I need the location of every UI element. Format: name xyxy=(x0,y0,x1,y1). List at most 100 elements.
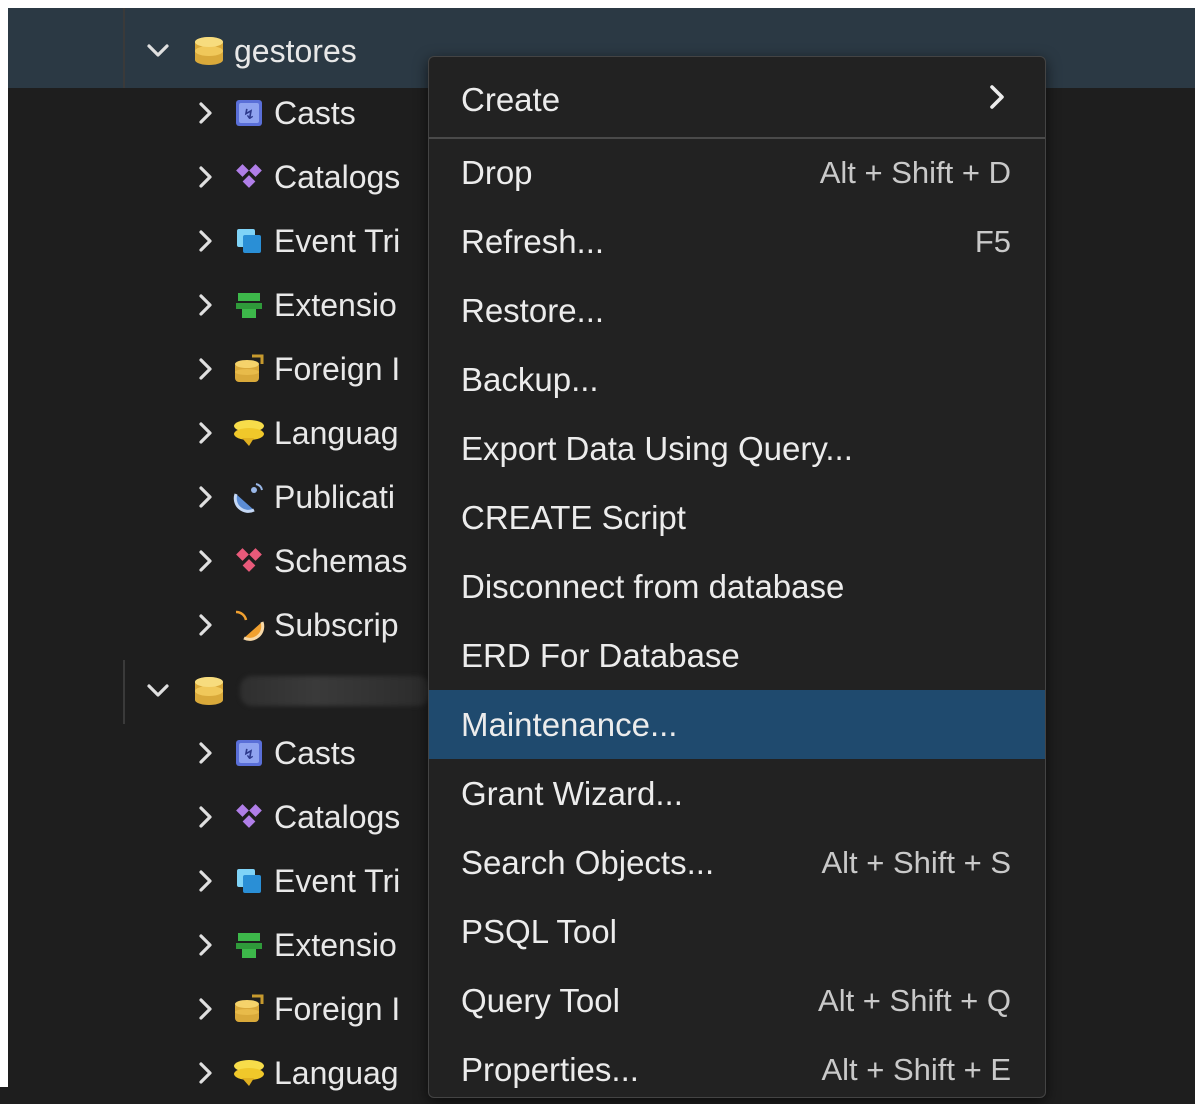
tree-guide-line xyxy=(123,660,125,724)
menu-item-properties[interactable]: Properties... Alt + Shift + E xyxy=(429,1035,1045,1104)
subscriptions-icon xyxy=(232,608,266,642)
extensions-icon xyxy=(232,288,266,322)
chevron-right-icon[interactable] xyxy=(192,99,220,127)
menu-item-label: Refresh... xyxy=(461,222,605,260)
menu-item-label: Search Objects... xyxy=(461,843,715,881)
chevron-right-icon[interactable] xyxy=(192,995,220,1023)
chevron-right-icon[interactable] xyxy=(192,1059,220,1087)
menu-item-label: Export Data Using Query... xyxy=(461,429,853,467)
menu-item-label: Maintenance... xyxy=(461,705,678,743)
tree-node-event-triggers[interactable]: Event Tri xyxy=(192,211,400,271)
chevron-right-icon[interactable] xyxy=(192,739,220,767)
menu-item-label: CREATE Script xyxy=(461,498,686,536)
tree-node-label: Subscrip xyxy=(274,606,399,643)
tree-node-database-gestores[interactable]: gestores xyxy=(144,21,357,81)
event-triggers-icon xyxy=(232,864,266,898)
menu-item-psql-tool[interactable]: PSQL Tool xyxy=(429,897,1045,966)
chevron-right-icon[interactable] xyxy=(192,547,220,575)
database-icon xyxy=(192,674,226,708)
tree-node-event-triggers[interactable]: Event Tri xyxy=(192,851,400,911)
menu-item-label: Query Tool xyxy=(461,981,620,1019)
tree-node-label: Foreign I xyxy=(274,990,401,1027)
tree-node-casts[interactable]: ↯ Casts xyxy=(192,723,356,783)
chevron-right-icon[interactable] xyxy=(192,291,220,319)
tree-node-foreign-data[interactable]: Foreign I xyxy=(192,979,400,1039)
casts-icon: ↯ xyxy=(232,736,266,770)
menu-item-refresh[interactable]: Refresh... F5 xyxy=(429,207,1045,276)
menu-item-label: Properties... xyxy=(461,1050,639,1088)
menu-item-shortcut: F5 xyxy=(974,223,1011,259)
tree-guide-line xyxy=(123,8,125,88)
tree-node-label: Casts xyxy=(274,734,356,771)
menu-item-maintenance[interactable]: Maintenance... xyxy=(429,690,1045,759)
tree-node-catalogs[interactable]: Catalogs xyxy=(192,147,400,207)
tree-node-label: Extensio xyxy=(274,926,397,963)
tree-node-label: Languag xyxy=(274,414,399,451)
menu-item-label: Drop xyxy=(461,153,533,191)
tree-node-languages[interactable]: Languag xyxy=(192,1043,399,1103)
menu-item-query-tool[interactable]: Query Tool Alt + Shift + Q xyxy=(429,966,1045,1035)
menu-item-label: Grant Wizard... xyxy=(461,774,683,812)
menu-item-shortcut: Alt + Shift + D xyxy=(819,154,1011,190)
tree-node-languages[interactable]: Languag xyxy=(192,403,399,463)
menu-item-backup[interactable]: Backup... xyxy=(429,345,1045,414)
tree-node-database-2[interactable] xyxy=(144,661,430,721)
chevron-right-icon[interactable] xyxy=(192,163,220,191)
top-edge xyxy=(0,0,1195,8)
tree-node-label: Publicati xyxy=(274,478,395,515)
tree-node-label: Languag xyxy=(274,1054,399,1091)
database-name: gestores xyxy=(234,32,357,69)
menu-item-disconnect-from-database[interactable]: Disconnect from database xyxy=(429,552,1045,621)
tree-node-publications[interactable]: Publicati xyxy=(192,467,395,527)
menu-item-label: PSQL Tool xyxy=(461,912,617,950)
svg-text:↯: ↯ xyxy=(243,107,255,123)
tree-node-schemas[interactable]: Schemas xyxy=(192,531,407,591)
chevron-right-icon[interactable] xyxy=(192,611,220,639)
menu-item-restore[interactable]: Restore... xyxy=(429,276,1045,345)
tree-node-extensions[interactable]: Extensio xyxy=(192,275,397,335)
menu-item-search-objects[interactable]: Search Objects... Alt + Shift + S xyxy=(429,828,1045,897)
tree-node-casts[interactable]: ↯ Casts xyxy=(192,83,356,143)
tree-node-label: Catalogs xyxy=(274,158,401,195)
context-menu: Create Drop Alt + Shift + D Refresh... F5 Re… xyxy=(428,56,1046,1098)
chevron-right-icon[interactable] xyxy=(192,227,220,255)
catalogs-icon xyxy=(232,160,266,194)
tree-node-extensions[interactable]: Extensio xyxy=(192,915,397,975)
publications-icon xyxy=(232,480,266,514)
menu-item-create[interactable]: Create xyxy=(429,65,1045,134)
menu-item-label: Restore... xyxy=(461,291,605,329)
svg-text:↯: ↯ xyxy=(243,747,255,763)
tree-node-subscriptions[interactable]: Subscrip xyxy=(192,595,399,655)
menu-item-shortcut: Alt + Shift + Q xyxy=(818,982,1011,1018)
tree-node-foreign-data[interactable]: Foreign I xyxy=(192,339,400,399)
menu-item-drop[interactable]: Drop Alt + Shift + D xyxy=(429,138,1045,207)
tree-node-label: Foreign I xyxy=(274,350,401,387)
chevron-down-icon[interactable] xyxy=(144,677,172,705)
menu-item-create-script[interactable]: CREATE Script xyxy=(429,483,1045,552)
menu-item-label: Disconnect from database xyxy=(461,567,845,605)
tree-node-label: Schemas xyxy=(274,542,408,579)
chevron-right-icon[interactable] xyxy=(192,355,220,383)
chevron-right-icon[interactable] xyxy=(192,483,220,511)
menu-item-export-data-using-query[interactable]: Export Data Using Query... xyxy=(429,414,1045,483)
chevron-down-icon[interactable] xyxy=(144,37,172,65)
redacted-database-name xyxy=(240,676,430,706)
menu-item-erd-for-database[interactable]: ERD For Database xyxy=(429,621,1045,690)
event-triggers-icon xyxy=(232,224,266,258)
tree-node-label: Catalogs xyxy=(274,798,401,835)
chevron-right-icon[interactable] xyxy=(192,931,220,959)
tree-node-label: Event Tri xyxy=(274,222,401,259)
foreign-data-icon xyxy=(232,352,266,386)
tree-node-label: Extensio xyxy=(274,286,397,323)
menu-item-label: Create xyxy=(461,80,561,118)
chevron-right-icon[interactable] xyxy=(192,867,220,895)
tree-node-label: Casts xyxy=(274,94,356,131)
submenu-arrow-icon xyxy=(989,82,1045,118)
menu-item-grant-wizard[interactable]: Grant Wizard... xyxy=(429,759,1045,828)
menu-item-shortcut: Alt + Shift + S xyxy=(821,844,1011,880)
database-icon xyxy=(192,34,226,68)
chevron-right-icon[interactable] xyxy=(192,803,220,831)
chevron-right-icon[interactable] xyxy=(192,419,220,447)
foreign-data-icon xyxy=(232,992,266,1026)
tree-node-catalogs[interactable]: Catalogs xyxy=(192,787,400,847)
